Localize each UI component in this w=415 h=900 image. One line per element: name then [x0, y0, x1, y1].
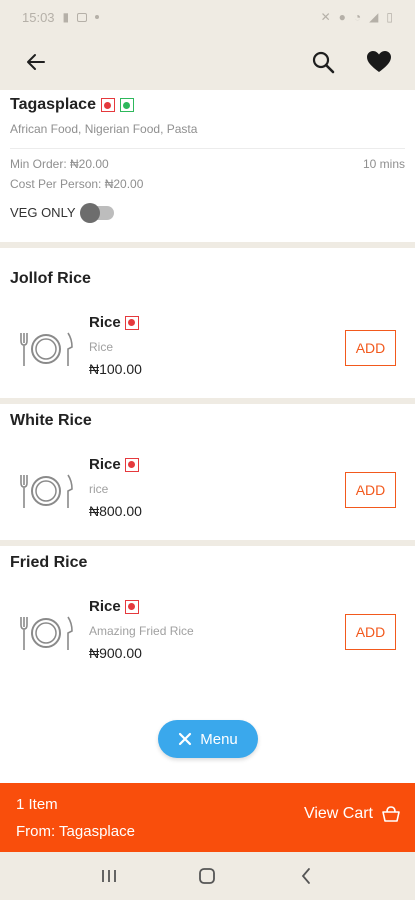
delivery-time: 10 mins: [362, 157, 405, 171]
cart-item-count: 1 Item: [16, 796, 58, 813]
status-right: ✕ ● ◔ ◢ ▯: [321, 11, 393, 23]
non-veg-icon: [100, 98, 115, 112]
recents-button[interactable]: [89, 856, 129, 896]
veg-icon: [119, 98, 134, 112]
dish-price: ₦900.00: [89, 645, 142, 661]
plate-cutlery-icon: [12, 602, 80, 664]
location-icon: ●: [338, 10, 346, 24]
restaurant-cuisine: African Food, Nigerian Food, Pasta: [10, 122, 198, 136]
dish-description: rice: [89, 482, 109, 496]
dish-name-row: Rice: [89, 598, 139, 615]
battery-icon: ▯: [386, 10, 393, 24]
signal-icon: ◢: [369, 10, 379, 24]
dish-price: ₦800.00: [89, 503, 142, 519]
back-icon: [301, 868, 310, 884]
recents-icon: [102, 870, 117, 882]
notification-dot-icon: [95, 15, 100, 19]
mute-icon: ✕: [320, 10, 331, 24]
add-button[interactable]: ADD: [345, 614, 396, 650]
section-title: Fried Rice: [10, 554, 88, 571]
dish-description: Amazing Fried Rice: [89, 624, 194, 638]
cart-restaurant: From: Tagasplace: [16, 823, 135, 840]
dish-item: Rice Amazing Fried Rice ₦900.00 ADD: [0, 592, 415, 672]
plate-cutlery-icon: [12, 460, 80, 522]
search-icon: [312, 51, 335, 74]
lock-icon: ▮: [62, 10, 70, 24]
veg-only-row: VEG ONLY: [10, 202, 405, 223]
close-icon: [179, 732, 192, 746]
menu-button-label: Menu: [200, 730, 238, 748]
app-bar: [0, 34, 415, 90]
dish-name: Rice: [89, 598, 121, 615]
restaurant-info: Tagasplace African Food, Nigerian Food, …: [0, 90, 415, 242]
min-order: Min Order: ₦20.00: [10, 157, 109, 171]
heart-icon: [367, 51, 391, 72]
dish-name: Rice: [89, 314, 121, 331]
divider: [10, 148, 405, 149]
search-button[interactable]: [305, 44, 341, 80]
status-left: 15:03 ▮: [22, 9, 100, 25]
status-bar: 15:03 ▮ ✕ ● ◔ ◢ ▯: [0, 0, 415, 34]
non-veg-icon: [124, 599, 139, 614]
menu-button[interactable]: Menu: [158, 720, 258, 758]
cost-per-person: Cost Per Person: ₦20.00: [10, 177, 144, 191]
dish-name: Rice: [89, 456, 121, 473]
wifi-icon: ◔: [353, 10, 362, 24]
back-button[interactable]: [18, 44, 54, 80]
nav-back-button[interactable]: [286, 856, 326, 896]
menu-section: Jollof Rice Rice Rice ₦100.00 ADD: [0, 248, 415, 398]
media-icon: [77, 12, 88, 22]
favorite-button[interactable]: [361, 44, 397, 80]
system-nav-bar: [0, 852, 415, 900]
dish-name-row: Rice: [89, 314, 139, 331]
add-button[interactable]: ADD: [345, 472, 396, 508]
dish-item: Rice rice ₦800.00 ADD: [0, 450, 415, 530]
dish-item: Rice Rice ₦100.00 ADD: [0, 308, 415, 388]
veg-only-label: VEG ONLY: [10, 205, 76, 220]
non-veg-icon: [124, 315, 139, 330]
cart-bar[interactable]: 1 Item From: Tagasplace View Cart: [0, 783, 415, 852]
add-button[interactable]: ADD: [345, 330, 396, 366]
arrow-left-icon: [27, 54, 45, 70]
restaurant-meta: Min Order: ₦20.00 10 mins: [10, 157, 405, 171]
menu-section: White Rice Rice rice ₦800.00 ADD: [0, 404, 415, 540]
dish-name-row: Rice: [89, 456, 139, 473]
shopping-basket-icon: [382, 806, 400, 822]
status-time: 15:03: [22, 9, 55, 25]
section-title: White Rice: [10, 412, 92, 429]
non-veg-icon: [124, 457, 139, 472]
veg-only-toggle[interactable]: [79, 202, 114, 223]
plate-cutlery-icon: [12, 318, 80, 380]
restaurant-name: Tagasplace: [10, 96, 96, 113]
home-button[interactable]: [187, 856, 227, 896]
view-cart-button[interactable]: View Cart: [304, 805, 401, 823]
view-cart-label: View Cart: [303, 805, 373, 822]
dish-description: Rice: [89, 340, 114, 354]
restaurant-name-row: Tagasplace: [10, 96, 405, 114]
dish-price: ₦100.00: [89, 361, 142, 377]
section-title: Jollof Rice: [10, 270, 91, 287]
home-icon: [199, 868, 216, 884]
